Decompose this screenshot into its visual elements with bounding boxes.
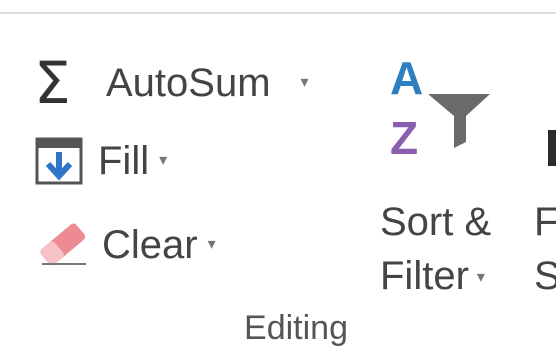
- sort-az-filter-funnel-icon: A Z: [390, 52, 490, 162]
- eraser-icon: [40, 223, 86, 266]
- sort-letter-a: A: [390, 52, 423, 104]
- autosum-dropdown-caret-icon[interactable]: ▾: [301, 75, 309, 91]
- find-select-label-line1: F: [534, 200, 556, 244]
- editing-group: Σ AutoSum ▾ Fill ▾ Clear ▾ A Z Sort & Fi…: [0, 16, 556, 354]
- sigma-icon: Σ: [34, 49, 71, 117]
- fill-button[interactable]: Fill ▾: [34, 136, 167, 186]
- find-select-label-line2: S: [534, 254, 556, 298]
- sort-filter-label-text: Filter: [380, 254, 469, 298]
- autosum-button[interactable]: Σ AutoSum ▾: [34, 54, 309, 112]
- funnel-icon: [428, 94, 490, 148]
- fill-label: Fill: [98, 139, 150, 183]
- clear-dropdown-caret-icon[interactable]: ▾: [208, 237, 216, 253]
- ribbon-top-border: [0, 0, 556, 14]
- fill-down-arrow-icon: [35, 137, 83, 185]
- find-select-button[interactable]: F S: [534, 50, 556, 300]
- sort-letter-z: Z: [390, 112, 418, 162]
- clear-label: Clear: [102, 223, 198, 267]
- sort-filter-label-line1: Sort &: [380, 200, 492, 244]
- fill-dropdown-caret-icon[interactable]: ▾: [159, 153, 167, 169]
- binoculars-icon: [548, 130, 556, 166]
- clear-button[interactable]: Clear ▾: [34, 222, 216, 268]
- sort-filter-label-line2: Filter ▾: [380, 254, 485, 300]
- autosum-label: AutoSum: [106, 61, 271, 105]
- editing-group-label: Editing: [244, 309, 348, 347]
- sort-filter-button[interactable]: A Z Sort & Filter ▾: [380, 50, 530, 300]
- sort-filter-dropdown-caret-icon[interactable]: ▾: [477, 269, 485, 286]
